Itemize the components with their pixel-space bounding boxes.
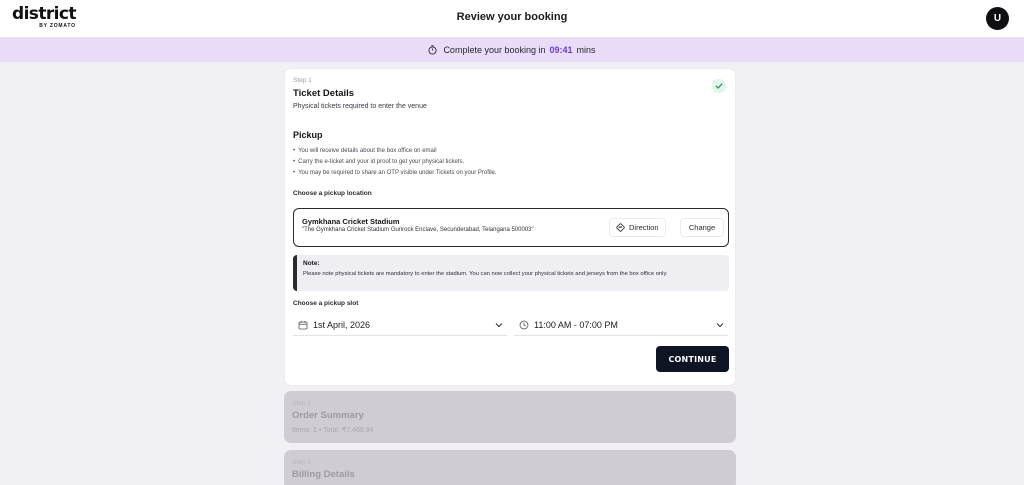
order-summary-step[interactable]: Step 2 Order Summary Items: 1 • Total: ₹…: [284, 391, 736, 443]
calendar-icon: [298, 320, 308, 330]
chevron-down-icon: [495, 322, 503, 328]
top-header: district BY ZOMATO Review your booking U: [0, 0, 1024, 38]
pickup-title: Pickup: [293, 130, 323, 140]
ticket-details-title: Ticket Details: [293, 88, 355, 99]
check-icon: [712, 79, 726, 93]
pickup-instructions: You will receive details about the box o…: [293, 146, 497, 179]
timer-value: 09:41: [549, 45, 573, 55]
venue-name: Gymkhana Cricket Stadium: [302, 217, 400, 226]
selected-date: 1st April, 2026: [313, 319, 371, 330]
direction-label: Direction: [629, 223, 659, 232]
list-item: You will receive details about the box o…: [293, 146, 497, 157]
user-avatar[interactable]: U: [986, 7, 1009, 30]
billing-details-title: Billing Details: [292, 469, 355, 480]
step-label: Step 3: [292, 459, 311, 466]
billing-details-step[interactable]: Step 3 Billing Details: [284, 450, 736, 485]
direction-icon: [616, 223, 625, 232]
step-label: Step 2: [292, 400, 311, 407]
timer-suffix: mins: [576, 45, 596, 55]
date-select[interactable]: 1st April, 2026: [293, 314, 507, 336]
continue-button[interactable]: CONTINUE: [656, 346, 729, 372]
order-summary-subtitle: Items: 1 • Total: ₹7,469.94: [292, 427, 374, 434]
note-text: Please note physical tickets are mandato…: [303, 271, 668, 277]
clock-icon: [519, 320, 529, 330]
change-location-button[interactable]: Change: [680, 218, 724, 237]
direction-button[interactable]: Direction: [609, 218, 666, 237]
pickup-location-card[interactable]: Gymkhana Cricket Stadium "The Gymkhana C…: [293, 208, 729, 247]
timer-prefix: Complete your booking in: [443, 45, 546, 55]
pickup-location-label: Choose a pickup location: [293, 190, 372, 197]
booking-timer-bar: Complete your booking in 09:41 mins: [0, 38, 1024, 62]
ticket-details-card: Step 1 Ticket Details Physical tickets r…: [284, 68, 736, 386]
list-item: Carry the e-ticket and your id proof to …: [293, 157, 497, 168]
order-summary-title: Order Summary: [292, 410, 364, 421]
time-select[interactable]: 11:00 AM - 07:00 PM: [514, 314, 728, 336]
stopwatch-icon: [428, 45, 437, 55]
step-label: Step 1: [293, 77, 312, 84]
venue-address: "The Gymkhana Cricket Stadium Gunrock En…: [302, 227, 534, 233]
selected-time: 11:00 AM - 07:00 PM: [534, 319, 618, 330]
note-title: Note:: [303, 260, 320, 267]
note-box: Note: Please note physical tickets are m…: [293, 255, 729, 291]
list-item: You may be required to share an OTP visi…: [293, 168, 496, 179]
page-title: Review your booking: [456, 11, 568, 23]
note-accent-bar: [293, 255, 297, 291]
ticket-details-subtitle: Physical tickets required to enter the v…: [293, 103, 427, 110]
pickup-slot-label: Choose a pickup slot: [293, 300, 359, 307]
chevron-down-icon: [716, 322, 724, 328]
